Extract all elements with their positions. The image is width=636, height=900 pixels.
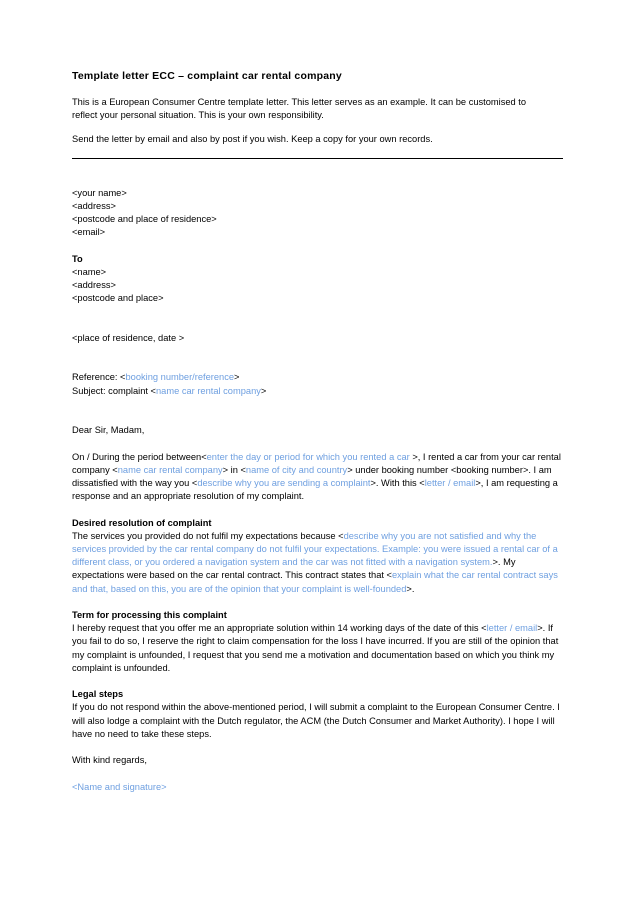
opening-placeholder-company: name car rental company [117,464,223,475]
subject-tail: > [260,385,267,396]
sender-address-block: <your name> <address> <postcode and plac… [72,187,563,240]
sender-postcode: <postcode and place of residence> [72,214,217,225]
intro-paragraph-1: This is a European Consumer Centre templ… [72,97,527,121]
term-part-1: I hereby request that you offer me an ap… [72,623,487,634]
signature-placeholder: <Name and signature> [72,781,167,792]
section-term-heading: Term for processing this complaint [72,609,227,620]
subject-placeholder: name car rental company [155,385,261,396]
desired-part-3: >. [406,583,415,594]
desired-part-1: The services you provided do not fulfil … [72,530,344,541]
sender-name: <your name> [72,187,127,198]
sender-address: <address> [72,200,116,211]
reference-line: Reference: <booking number/reference> [72,371,563,384]
section-desired-body: The services you provided do not fulfil … [72,530,563,596]
recipient-address-block: To <name> <address> <postcode and place> [72,253,563,306]
reference-label: Reference: < [72,372,126,383]
recipient-postcode: <postcode and place> [72,293,164,304]
letter-body: <your name> <address> <postcode and plac… [72,187,563,794]
page-title: Template letter ECC – complaint car rent… [72,70,342,82]
section-legal-heading: Legal steps [72,689,124,700]
signature-block: <Name and signature> [72,781,563,794]
recipient-name: <name> [72,266,107,277]
section-term-processing: Term for processing this complaint I her… [72,609,563,675]
closing-block: With kind regards, [72,754,563,767]
intro-paragraph-2: Send the letter by email and also by pos… [72,134,433,145]
opening-part-5: >. With this < [370,477,425,488]
section-term-body: I hereby request that you offer me an ap… [72,622,563,675]
term-placeholder-letter-email: letter / email [486,623,538,634]
opening-part-3: > in < [222,464,246,475]
sender-email: <email> [72,227,106,238]
opening-placeholder-complaint-reason: describe why you are sending a complaint [197,477,371,488]
opening-part-1: On / During the period between< [72,451,207,462]
subject-label: Subject: complaint < [72,385,156,396]
reference-tail: > [234,372,240,383]
subject-line: Subject: complaint <name car rental comp… [72,385,563,398]
opening-placeholder-rental-period: enter the day or period for which you re… [206,451,413,462]
salutation: Dear Sir, Madam, [72,425,145,436]
opening-placeholder-city-country: name of city and country [245,464,348,475]
opening-paragraph: On / During the period between<enter the… [72,451,563,504]
place-date-text: <place of residence, date > [72,332,185,343]
salutation-block: Dear Sir, Madam, [72,424,563,437]
closing-text: With kind regards, [72,755,147,766]
reference-placeholder: booking number/reference [125,372,235,383]
section-legal-body: If you do not respond within the above-m… [72,702,560,739]
section-desired-resolution: Desired resolution of complaint The serv… [72,517,563,596]
section-legal-steps: Legal steps If you do not respond within… [72,688,563,741]
recipient-address: <address> [72,280,116,291]
reference-subject-block: Reference: <booking number/reference> Su… [72,371,563,397]
recipient-label: To [72,253,83,264]
opening-placeholder-letter-email: letter / email [424,477,476,488]
place-date-line: <place of residence, date > [72,332,563,345]
header-divider [72,157,563,159]
section-desired-heading: Desired resolution of complaint [72,517,212,528]
document-page: Template letter ECC – complaint car rent… [0,0,636,900]
